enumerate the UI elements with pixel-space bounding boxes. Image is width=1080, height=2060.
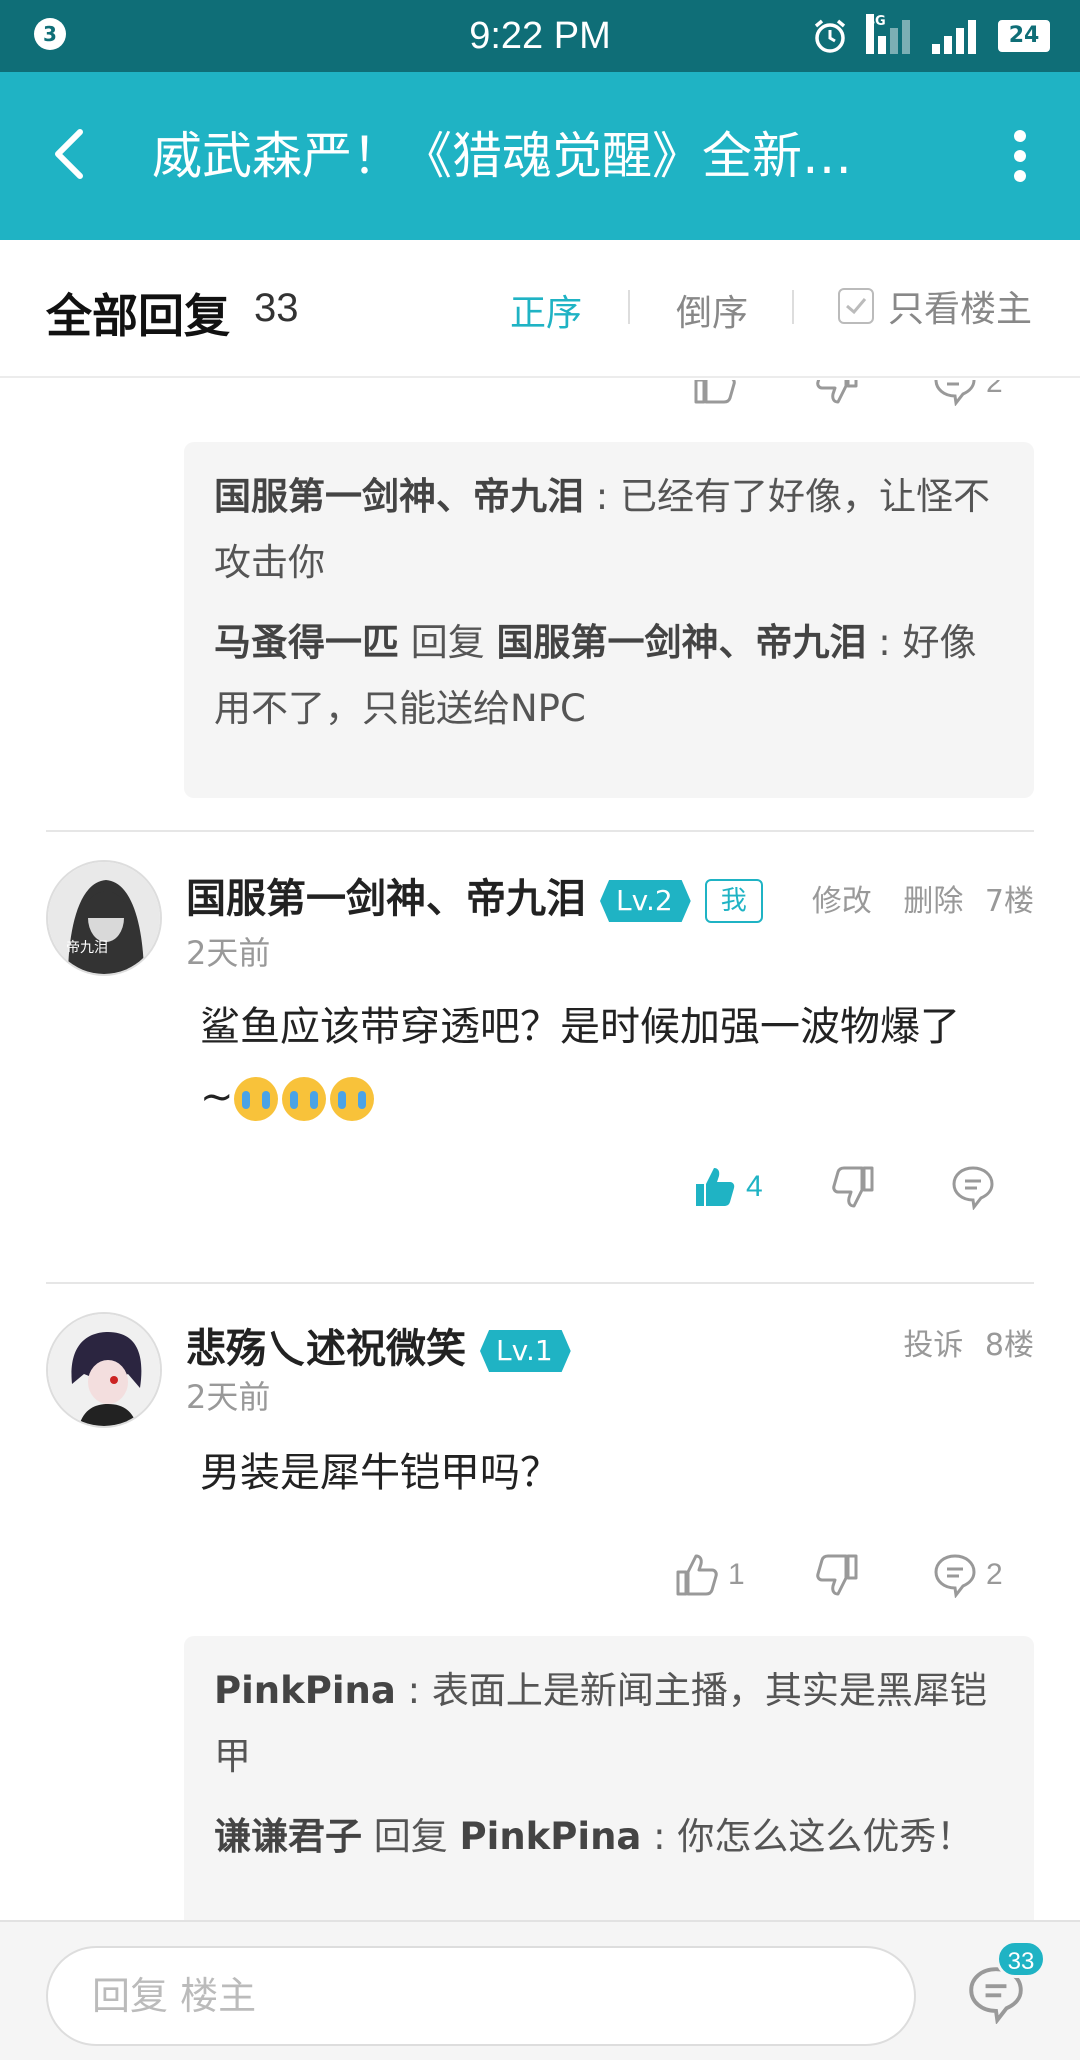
comment-button[interactable]: 2 [932,1552,1003,1598]
checkbox-icon[interactable] [838,288,874,324]
comment-body: 男装是犀牛铠甲吗？ [200,1438,1020,1508]
divider [46,830,1034,832]
back-arrow-icon[interactable] [40,122,104,186]
comment-bubble-icon [952,1166,994,1210]
crying-face-emoji-icon [281,1077,326,1121]
thumbs-up-icon [676,1554,718,1596]
me-badge: 我 [704,879,763,923]
comment-text: 男装是犀牛铠甲吗？ [200,1450,560,1496]
reply-input[interactable]: 回复 楼主 [46,1946,916,2046]
comment-bubble-icon [934,1554,976,1598]
bottom-reply-bar: 回复 楼主 33 [0,1920,1080,2060]
comment-button[interactable]: 2 [932,380,1003,406]
sub-reply-author[interactable]: PinkPina [214,1669,396,1712]
signal-4g-icon: 4G [866,14,914,54]
status-bar: 3 9:22 PM 4G 24 [0,0,1080,72]
divider [46,1282,1034,1284]
dislike-button[interactable] [830,1164,876,1210]
signal-icon [932,18,980,54]
all-replies-title: 全部回复 [46,289,230,343]
floor-number: 7楼 [984,884,1034,919]
sub-reply-box[interactable]: 国服第一剑神、帝九泪 : 已经有了好像，让怪不攻击你 马蚤得一匹 回复 国服第一… [184,442,1034,798]
alarm-icon [814,19,846,53]
floor-number: 8楼 [984,1328,1034,1363]
like-count: 1 [728,1558,745,1591]
post-time: 2天前 [186,934,271,972]
divider [792,290,794,324]
thumbs-up-filled-icon [696,1168,735,1206]
comment-count: 2 [986,380,1003,399]
comment-text-tail: ~ [200,1074,234,1120]
sort-reverse-button[interactable]: 倒序 [676,284,748,336]
reply-count-badge: 33 [996,1940,1046,1978]
avatar[interactable] [46,1312,162,1428]
comment-text: 鲨鱼应该带穿透吧？是时候加强一波物爆了 [200,1004,960,1050]
username[interactable]: 悲殇乀述祝微笑 Lv.1 [186,1316,571,1374]
sub-reply-target[interactable]: PinkPina [460,1815,642,1858]
username-text: 国服第一剑神、帝九泪 [186,876,586,922]
more-menu-icon[interactable] [1000,124,1040,188]
comment-count: 2 [986,1558,1003,1591]
thumbs-down-icon [816,1554,858,1596]
like-button[interactable]: 1 [674,1552,745,1598]
username-text: 悲殇乀述祝微笑 [186,1326,466,1372]
report-button[interactable]: 投诉 [903,1328,963,1363]
comment-meta: 投诉 8楼 [881,1320,1034,1364]
sub-reply[interactable]: 国服第一剑神、帝九泪 : 已经有了好像，让怪不攻击你 [214,464,1004,596]
thumbs-up-icon [694,380,736,404]
sub-reply-text: 你怎么这么优秀！ [677,1815,974,1858]
crying-face-emoji-icon [233,1077,278,1121]
status-icons: 4G 24 [812,14,1050,58]
app-header: 威武森严！《猎魂觉醒》全新… [0,72,1080,240]
comment-button[interactable] [950,1164,996,1210]
sub-reply-author[interactable]: 马蚤得一匹 [214,621,399,664]
sub-reply-target[interactable]: 国服第一剑神、帝九泪 [497,621,867,664]
avatar[interactable]: 帝九泪 [46,860,162,976]
comment-bubble-icon [934,380,976,406]
edit-button[interactable]: 修改 [812,884,872,919]
battery-indicator: 24 [998,20,1050,52]
level-badge: Lv.2 [600,880,691,922]
like-button[interactable] [692,380,738,406]
sub-reply[interactable]: PinkPina : 表面上是新闻主播，其实是黑犀铠甲 [214,1658,1004,1790]
only-host-label: 只看楼主 [888,289,1033,330]
sub-reply[interactable]: 谦谦君子 回复 PinkPina : 你怎么这么优秀！ [214,1804,1004,1870]
page-title: 威武森严！《猎魂觉醒》全新… [152,127,852,185]
svg-text:帝九泪: 帝九泪 [66,940,108,956]
action-row: 2 [0,380,1080,420]
reply-list-header: 全部回复 33 正序 倒序 只看楼主 [0,240,1080,378]
sub-reply-box[interactable]: PinkPina : 表面上是新闻主播，其实是黑犀铠甲 谦谦君子 回复 Pink… [184,1636,1034,1920]
only-host-toggle[interactable]: 只看楼主 [838,280,1032,332]
sub-reply-author[interactable]: 国服第一剑神、帝九泪 [214,475,584,518]
thumbs-down-icon [832,1166,874,1208]
post-time: 2天前 [186,1378,271,1416]
level-badge: Lv.1 [480,1330,571,1372]
dislike-button[interactable] [814,1552,860,1598]
comment-meta: 修改 删除 7楼 [790,876,1034,920]
sub-reply[interactable]: 马蚤得一匹 回复 国服第一剑神、帝九泪 : 好像用不了，只能送给NPC [214,610,1004,742]
like-count: 4 [746,1170,763,1203]
reply-word: 回复 [410,621,485,664]
like-button[interactable]: 4 [692,1164,763,1210]
sub-reply-author[interactable]: 谦谦君子 [214,1815,362,1858]
comment-body: 鲨鱼应该带穿透吧？是时候加强一波物爆了 ~ [200,992,1020,1132]
thumbs-down-icon [816,380,858,404]
reply-word: 回复 [373,1815,448,1858]
comment-list[interactable]: 2 国服第一剑神、帝九泪 : 已经有了好像，让怪不攻击你 马蚤得一匹 回复 国服… [0,380,1080,1920]
delete-button[interactable]: 删除 [903,884,963,919]
divider [628,290,630,324]
reply-count: 33 [254,286,299,330]
dislike-button[interactable] [814,380,860,406]
crying-face-emoji-icon [329,1077,374,1121]
username[interactable]: 国服第一剑神、帝九泪 Lv.2 我 [186,866,763,924]
sort-forward-button[interactable]: 正序 [510,284,582,336]
